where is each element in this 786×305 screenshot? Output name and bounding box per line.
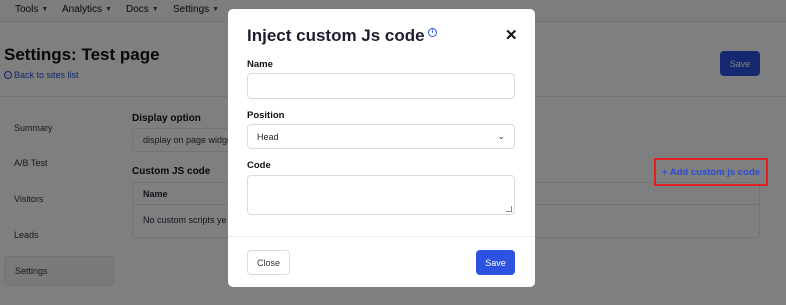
name-label: Name [247, 59, 273, 70]
save-button[interactable]: Save [476, 250, 515, 275]
resize-handle-icon[interactable] [506, 206, 512, 212]
close-button[interactable]: Close [247, 250, 290, 275]
position-label: Position [247, 110, 285, 121]
modal-footer-divider [228, 236, 535, 237]
position-select[interactable]: Head ⌄ [247, 124, 515, 149]
add-custom-js-button[interactable]: + Add custom js code [654, 158, 768, 186]
code-textarea[interactable] [247, 175, 515, 215]
name-input[interactable] [247, 73, 515, 99]
info-icon[interactable]: i [428, 28, 437, 37]
code-label: Code [247, 160, 271, 171]
close-icon[interactable]: ✕ [505, 26, 518, 44]
chevron-down-icon: ⌄ [497, 131, 505, 141]
modal-title: Inject custom Js code [247, 26, 425, 45]
inject-js-modal: Inject custom Js code i ✕ Name Position … [228, 9, 535, 287]
